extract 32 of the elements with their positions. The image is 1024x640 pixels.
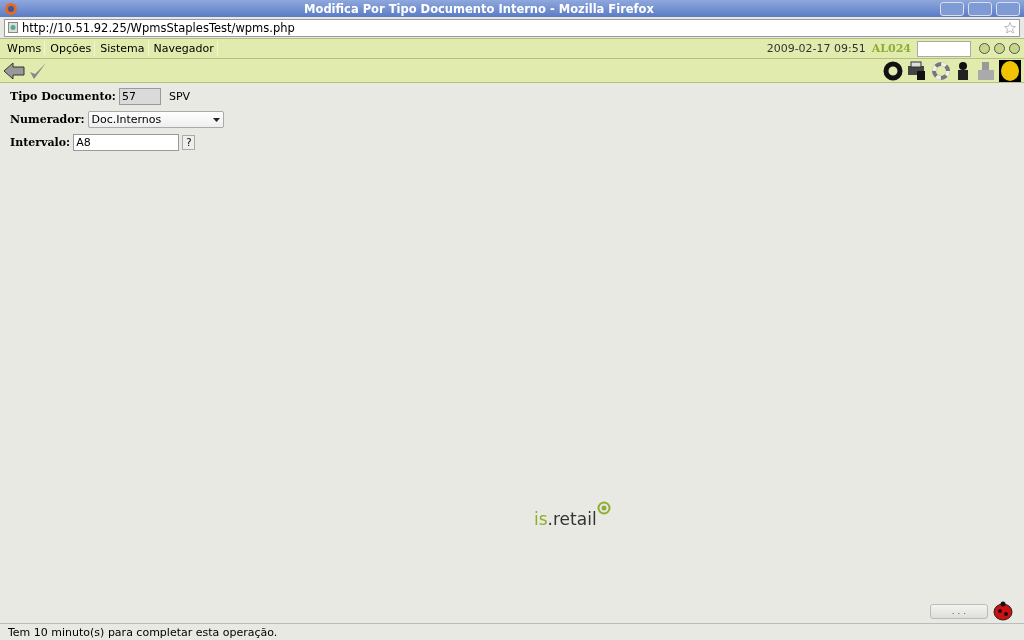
lifebuoy-icon[interactable] — [931, 60, 951, 81]
field-label: Tipo Documento: — [10, 90, 116, 103]
ladybug-icon[interactable] — [992, 601, 1014, 621]
caret-icon — [212, 117, 220, 122]
status-bar: Tem 10 minuto(s) para completar esta operação. — [0, 623, 1024, 640]
readonly-field[interactable]: 57 — [118, 88, 161, 105]
input-field[interactable]: A8 — [73, 134, 180, 151]
more-button[interactable]: . . . — [930, 603, 988, 619]
field-label: Numerador: — [10, 113, 85, 126]
menu-item[interactable]: Sistema — [97, 41, 149, 56]
menu-item[interactable]: Opções — [47, 41, 96, 56]
input-field[interactable] — [917, 40, 971, 57]
field-suffix: SPV — [168, 90, 191, 103]
star-icon[interactable] — [1004, 21, 1016, 34]
sphere-icon[interactable] — [999, 59, 1021, 82]
address-field[interactable]: http://10.51.92.25/WpmsStaplesTest/wpms.php — [4, 18, 1020, 37]
date-time: 2009-02-17 09:51 — [766, 42, 866, 55]
circle-button[interactable] — [994, 43, 1005, 54]
page-icon — [8, 22, 18, 33]
field-label: Intervalo: — [10, 136, 71, 149]
lookup-button[interactable]: ? — [182, 135, 196, 150]
company-logo: is.retail — [534, 501, 611, 529]
user-code: AL024 — [871, 42, 911, 55]
menu-item[interactable]: Navegador — [150, 41, 218, 56]
browser-icon — [4, 1, 18, 16]
window-title: Modifica Por Tipo Documento Interno - Mozilla Firefox — [303, 1, 655, 16]
printer-icon[interactable] — [907, 60, 927, 81]
circle-button[interactable] — [979, 43, 990, 54]
menu-item[interactable]: Wpms — [4, 41, 46, 56]
back-arrow-icon[interactable] — [3, 61, 25, 80]
circle-button[interactable] — [1009, 43, 1020, 54]
select-dropdown[interactable]: Doc.Internos — [87, 111, 224, 128]
